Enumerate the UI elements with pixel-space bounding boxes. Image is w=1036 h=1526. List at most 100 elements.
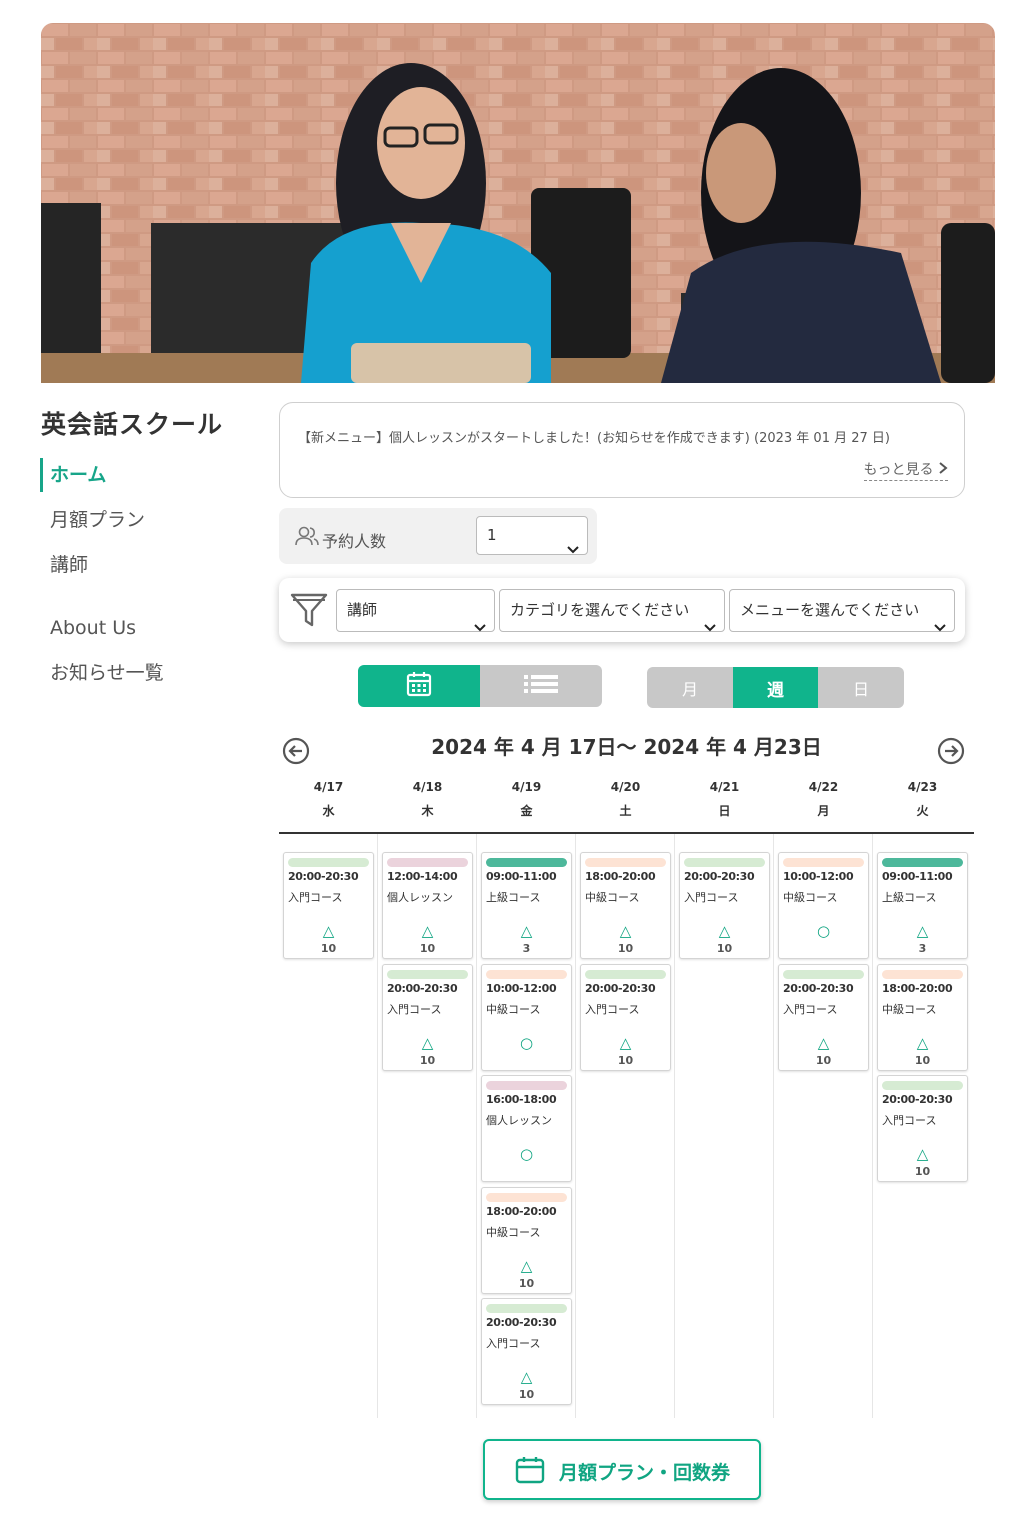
slot-remaining-count: 10 [419, 1054, 436, 1067]
people-count-panel: 予約人数 1 [279, 508, 597, 564]
slot-time: 20:00-20:30 [585, 982, 656, 995]
menu-select[interactable]: メニューを選んでください [729, 589, 955, 632]
nav-home[interactable]: ホーム [40, 458, 260, 492]
day-weekday: 火 [916, 804, 929, 818]
day-date: 4/21 [709, 780, 740, 794]
calendar-view-button[interactable] [358, 665, 480, 707]
slot-course: 入門コース [783, 1003, 838, 1016]
people-count-label: 予約人数 [322, 532, 387, 551]
instructor-select-value: 講師 [347, 601, 378, 619]
slot-time: 09:00-11:00 [486, 870, 557, 883]
slot-remaining-count: 10 [518, 1388, 535, 1401]
lesson-slot[interactable]: 18:00-20:00 中級コース △ 10 [481, 1187, 572, 1294]
slot-availability-mark: △ [520, 1257, 533, 1275]
lesson-slot[interactable]: 20:00-20:30 入門コース △ 10 [283, 852, 374, 959]
slot-time: 20:00-20:30 [684, 870, 755, 883]
day-date: 4/20 [610, 780, 641, 794]
lesson-slot[interactable]: 12:00-14:00 個人レッスン △ 10 [382, 852, 473, 959]
nav-news-list[interactable]: お知らせ一覧 [40, 656, 260, 701]
slot-availability-mark: ○ [816, 922, 831, 940]
slot-availability-mark: △ [619, 1034, 632, 1052]
nav-monthly-plan[interactable]: 月額プラン [40, 503, 260, 548]
lesson-slot[interactable]: 10:00-12:00 中級コース ○ [778, 852, 869, 959]
day-date: 4/18 [412, 780, 443, 794]
day-weekday: 木 [421, 804, 434, 818]
slot-category-bar [684, 858, 765, 867]
lesson-slot[interactable]: 20:00-20:30 入門コース △ 10 [778, 964, 869, 1071]
day-header: 4/18 木 [378, 780, 477, 819]
category-select[interactable]: カテゴリを選んでください [499, 589, 725, 632]
week-range-title: 2024 年 4 月 17日〜 2024 年 4 月23日 [431, 735, 822, 759]
day-header: 4/21 日 [675, 780, 774, 819]
lesson-slot[interactable]: 20:00-20:30 入門コース △ 10 [580, 964, 671, 1071]
slot-remaining-count: 10 [320, 942, 337, 955]
brand-title: 英会話スクール [41, 410, 224, 439]
slot-time: 20:00-20:30 [486, 1316, 557, 1329]
lesson-slot[interactable]: 10:00-12:00 中級コース ○ [481, 964, 572, 1071]
nav-about-us[interactable]: About Us [40, 611, 260, 656]
lesson-slot[interactable]: 18:00-20:00 中級コース △ 10 [877, 964, 968, 1071]
lesson-slot[interactable]: 20:00-20:30 入門コース △ 10 [382, 964, 473, 1071]
day-header: 4/23 火 [873, 780, 972, 819]
slot-course: 中級コース [585, 891, 640, 904]
instructor-select[interactable]: 講師 [336, 589, 495, 632]
day-header: 4/22 月 [774, 780, 873, 819]
notice-text: 【新メニュー】個人レッスンがスタートしました！(お知らせを作成できます) (20… [298, 431, 890, 446]
people-count-select[interactable]: 1 [476, 516, 588, 555]
slot-time: 18:00-20:00 [486, 1205, 557, 1218]
list-icon [523, 673, 559, 699]
slot-category-bar [882, 1081, 963, 1090]
day-date: 4/19 [511, 780, 542, 794]
chevron-down-icon [704, 607, 716, 648]
day-header: 4/19 金 [477, 780, 576, 819]
slot-remaining-count: 10 [914, 1165, 931, 1178]
monthly-plan-ticket-button[interactable]: 月額プラン・回数券 [483, 1439, 761, 1500]
monthly-plan-ticket-label: 月額プラン・回数券 [559, 1462, 731, 1484]
slot-category-bar [288, 858, 369, 867]
slot-course: 入門コース [486, 1337, 541, 1350]
slot-availability-mark: △ [520, 922, 533, 940]
lesson-slot[interactable]: 16:00-18:00 個人レッスン ○ [481, 1075, 572, 1182]
lesson-slot[interactable]: 09:00-11:00 上級コース △ 3 [877, 852, 968, 959]
slot-category-bar [882, 858, 963, 867]
lesson-slot[interactable]: 20:00-20:30 入門コース △ 10 [877, 1075, 968, 1182]
calendar-icon [515, 1456, 545, 1488]
period-week-tab[interactable]: 週 [733, 667, 818, 708]
lesson-slot[interactable]: 20:00-20:30 入門コース △ 10 [679, 852, 770, 959]
lesson-slot[interactable]: 18:00-20:00 中級コース △ 10 [580, 852, 671, 959]
day-date: 4/23 [907, 780, 938, 794]
slot-availability-mark: ○ [519, 1034, 534, 1052]
next-week-button[interactable] [937, 737, 965, 765]
people-icon [295, 526, 319, 550]
slot-remaining-count: 3 [918, 942, 927, 955]
day-date: 4/17 [313, 780, 344, 794]
menu-select-value: メニューを選んでください [740, 601, 920, 619]
day-weekday: 水 [322, 804, 335, 818]
list-view-button[interactable] [480, 665, 602, 707]
slot-availability-mark: △ [916, 1034, 929, 1052]
period-toggle: 月 週 日 [647, 667, 904, 708]
slot-availability-mark: △ [817, 1034, 830, 1052]
notice-box: 【新メニュー】個人レッスンがスタートしました！(お知らせを作成できます) (20… [279, 402, 965, 498]
chevron-down-icon [567, 531, 579, 568]
day-weekday: 月 [817, 804, 830, 818]
calendar-header-divider [279, 832, 974, 834]
period-month-tab[interactable]: 月 [647, 667, 733, 708]
column-separator [773, 834, 774, 1418]
lesson-slot[interactable]: 20:00-20:30 入門コース △ 10 [481, 1298, 572, 1405]
notice-more-link[interactable]: もっと見る [863, 459, 948, 481]
slot-category-bar [486, 970, 567, 979]
slot-time: 12:00-14:00 [387, 870, 458, 883]
nav-instructors[interactable]: 講師 [40, 548, 260, 593]
period-day-tab[interactable]: 日 [818, 667, 904, 708]
slot-time: 09:00-11:00 [882, 870, 953, 883]
lesson-slot[interactable]: 09:00-11:00 上級コース △ 3 [481, 852, 572, 959]
slot-time: 20:00-20:30 [882, 1093, 953, 1106]
slot-remaining-count: 10 [617, 1054, 634, 1067]
slot-course: 上級コース [486, 891, 541, 904]
slot-course: 個人レッスン [486, 1114, 552, 1127]
slot-course: 入門コース [585, 1003, 640, 1016]
slot-availability-mark: △ [421, 922, 434, 940]
slot-course: 入門コース [684, 891, 739, 904]
